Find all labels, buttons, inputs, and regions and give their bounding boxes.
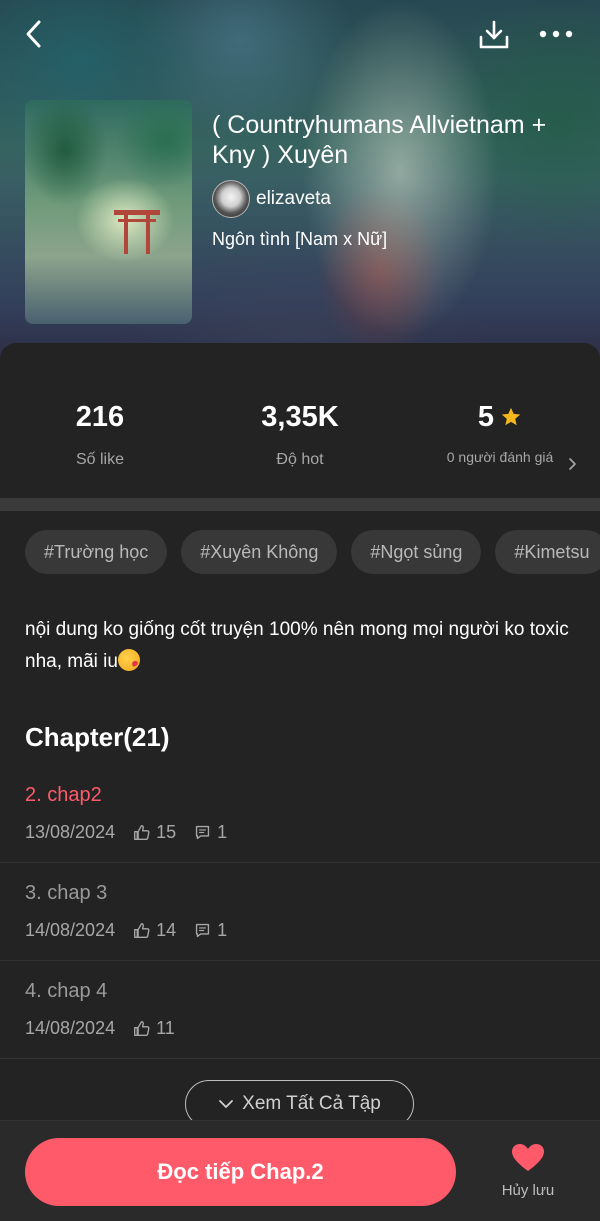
heart-icon <box>512 1144 544 1171</box>
chapter-item[interactable]: 3. chap 3 14/08/2024 14 1 <box>0 863 600 961</box>
back-arrow-icon <box>26 20 41 48</box>
likes-label: Số like <box>75 451 125 468</box>
likes-count: 216 <box>75 401 125 433</box>
tag-item[interactable]: #Ngọt sủng <box>351 530 482 574</box>
author-row[interactable]: elizaveta <box>212 180 331 218</box>
thumbs-up-icon <box>134 825 150 840</box>
chapter-date: 14/08/2024 <box>25 920 116 940</box>
stats-row: 216 Số like 3,35K Độ hot 5 0 người đánh … <box>0 380 600 490</box>
tag-item[interactable]: #Kimetsu <box>495 530 600 574</box>
stat-likes: 216 Số like <box>0 400 200 469</box>
hot-label: Độ hot <box>276 451 324 468</box>
kiss-emoji-icon <box>117 649 140 671</box>
section-divider <box>0 498 600 511</box>
cover-image <box>25 100 192 324</box>
download-icon <box>479 20 509 49</box>
bottom-bar: Đọc tiếp Chap.2 Hủy lưu <box>0 1120 600 1221</box>
chapter-meta: 14/08/2024 11 <box>25 1018 175 1039</box>
download-button[interactable] <box>473 14 515 56</box>
tag-item[interactable]: #Xuyên Không <box>181 530 338 574</box>
author-avatar[interactable] <box>212 180 250 218</box>
thumbs-up-icon <box>134 1021 150 1036</box>
chapter-date: 13/08/2024 <box>25 822 116 842</box>
unsave-button[interactable]: Hủy lưu <box>493 1143 563 1205</box>
tag-item[interactable]: #Trường học <box>25 530 168 574</box>
chapter-title[interactable]: 4. chap 4 <box>25 980 107 1003</box>
view-all-label: Xem Tất Cả Tập <box>242 1093 381 1114</box>
chapter-meta: 13/08/2024 15 1 <box>25 822 227 843</box>
comment-icon <box>195 825 210 840</box>
chapter-heading: Chapter(21) <box>25 722 170 752</box>
genre-label: Ngôn tình [Nam x Nữ] <box>212 229 388 249</box>
unsave-label: Hủy lưu <box>501 1182 555 1199</box>
chapter-list: 2. chap2 13/08/2024 15 1 3. chap 3 14/08… <box>0 765 600 1059</box>
chapter-likes: 15 <box>133 822 176 843</box>
thumbs-up-icon <box>134 923 150 938</box>
chapter-comments: 1 <box>194 822 227 843</box>
description: nội dung ko giống cốt truyện 100% nên mo… <box>25 614 575 678</box>
novel-title: ( Countryhumans Allvietnam + Kny ) Xuyên <box>212 111 547 169</box>
tag-list: #Trường học #Xuyên Không #Ngọt sủng #Kim… <box>25 530 600 574</box>
hot-count: 3,35K <box>261 401 339 433</box>
stat-hot: 3,35K Độ hot <box>200 400 400 469</box>
top-bar <box>0 0 600 68</box>
more-options-button[interactable] <box>534 14 578 54</box>
rating-value: 5 <box>477 401 495 433</box>
continue-reading-button[interactable]: Đọc tiếp Chap.2 <box>25 1138 456 1206</box>
chapter-title[interactable]: 2. chap2 <box>25 784 102 807</box>
chevron-right-icon <box>569 458 576 470</box>
chapter-meta: 14/08/2024 14 1 <box>25 920 227 941</box>
chapter-likes: 14 <box>133 920 176 941</box>
chapter-date: 14/08/2024 <box>25 1018 116 1038</box>
chevron-down-icon <box>219 1100 234 1108</box>
rating-label: 0 người đánh giá <box>445 447 576 470</box>
rating-value-group: 5 <box>478 400 522 434</box>
author-name[interactable]: elizaveta <box>256 188 331 210</box>
description-text: nội dung ko giống cốt truyện 100% nên mo… <box>25 619 569 672</box>
back-button[interactable] <box>14 14 54 54</box>
stat-rating[interactable]: 5 0 người đánh giá <box>400 400 600 470</box>
chapter-title[interactable]: 3. chap 3 <box>25 882 107 905</box>
chapter-item[interactable]: 4. chap 4 14/08/2024 11 <box>0 961 600 1059</box>
chapter-comments: 1 <box>194 920 227 941</box>
comment-icon <box>195 923 210 938</box>
chapter-item[interactable]: 2. chap2 13/08/2024 15 1 <box>0 765 600 863</box>
star-icon <box>501 407 521 426</box>
more-icon <box>539 30 573 38</box>
chapter-likes: 11 <box>133 1018 175 1039</box>
